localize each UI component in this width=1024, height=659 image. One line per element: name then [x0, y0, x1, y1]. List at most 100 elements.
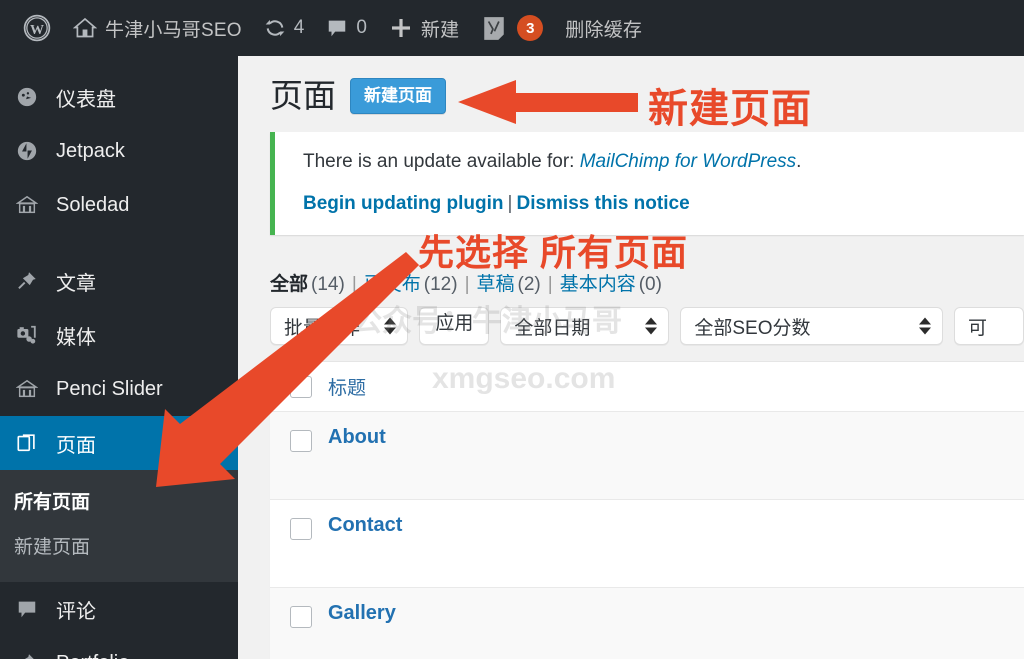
yoast-seo-menu[interactable]: 3 — [470, 0, 554, 56]
home-icon — [73, 16, 97, 40]
filter-count-basic-content: (0) — [638, 274, 662, 296]
comment-icon — [14, 598, 40, 620]
purge-cache-label: 删除缓存 — [565, 19, 643, 41]
table-header-row: 标题 — [270, 362, 1024, 413]
sidebar-top-spacer — [0, 56, 238, 70]
bulk-actions-select[interactable]: 批量操作 — [270, 307, 409, 346]
filter-link-published[interactable]: 已发布 — [364, 269, 421, 296]
page-title: 页面 — [270, 77, 336, 114]
bulk-actions-value: 批量操作 — [284, 317, 361, 339]
notice-text-prefix: There is an update available for: — [303, 151, 580, 173]
column-header-title[interactable]: 标题 — [328, 373, 366, 400]
filter-link-basic-content[interactable]: 基本内容 — [560, 269, 636, 296]
apply-button[interactable]: 应用 — [419, 307, 490, 346]
pin-icon — [14, 270, 40, 292]
row-checkbox[interactable] — [290, 518, 312, 541]
filter-separator: | — [351, 274, 357, 296]
wp-logo-menu[interactable]: W — [12, 0, 62, 56]
sidebar-item-portfolio[interactable]: Portfolio — [0, 636, 238, 659]
screen-root: W 牛津小马哥SEO 4 0 新建 3 删除缓存 仪表盘 Jetpack Sol… — [0, 0, 1024, 659]
seo-filter-value: 全部SEO分数 — [694, 317, 811, 339]
filter-count-published: (12) — [423, 274, 458, 296]
date-filter-value: 全部日期 — [514, 317, 591, 339]
readability-filter-value: 可 — [968, 317, 988, 339]
row-checkbox[interactable] — [290, 606, 312, 629]
readability-filter-select[interactable]: 可 — [954, 307, 1024, 346]
sidebar-item-label: Portfolio — [56, 652, 129, 659]
filter-link-all[interactable]: 全部 — [270, 269, 308, 296]
jetpack-icon — [14, 140, 40, 162]
row-checkbox[interactable] — [290, 430, 312, 453]
sidebar-item-media[interactable]: 媒体 — [0, 308, 238, 362]
comment-bubble-icon — [326, 17, 348, 39]
chevron-updown-icon — [384, 317, 397, 335]
site-name-label: 牛津小马哥SEO — [105, 19, 242, 41]
admin-sidebar: 仪表盘 Jetpack Soledad 文章 媒体 Penci Slider 页… — [0, 56, 238, 659]
new-content-menu[interactable]: 新建 — [378, 0, 470, 56]
chevron-updown-icon — [919, 317, 931, 335]
sidebar-item-dashboard[interactable]: 仪表盘 — [0, 70, 238, 124]
row-title-link[interactable]: Contact — [328, 514, 402, 537]
sidebar-item-label: Penci Slider — [56, 377, 163, 400]
submenu-item-add-new-page[interactable]: 新建页面 — [0, 523, 238, 568]
pages-submenu: 所有页面 新建页面 — [0, 470, 238, 582]
chevron-updown-icon — [645, 317, 658, 335]
page-header: 页面 新建页面 — [238, 56, 1024, 128]
row-title-link[interactable]: Gallery — [328, 602, 396, 625]
select-all-checkbox[interactable] — [290, 375, 312, 398]
pages-icon — [14, 432, 40, 454]
admin-bar: W 牛津小马哥SEO 4 0 新建 3 删除缓存 — [0, 0, 1024, 56]
sidebar-item-pages[interactable]: 页面 — [0, 416, 238, 470]
main-content: 页面 新建页面 There is an update available for… — [238, 56, 1024, 659]
sidebar-item-jetpack[interactable]: Jetpack — [0, 124, 238, 178]
updates-menu[interactable]: 4 — [253, 0, 316, 56]
sidebar-item-soledad[interactable]: Soledad — [0, 178, 238, 232]
dashboard-icon — [14, 86, 40, 108]
comments-menu[interactable]: 0 — [315, 0, 378, 56]
row-title-link[interactable]: About — [328, 426, 386, 449]
notice-actions: Begin updating plugin | Dismiss this notic… — [303, 191, 1012, 218]
sidebar-item-posts[interactable]: 文章 — [0, 254, 238, 308]
sidebar-item-comments[interactable]: 评论 — [0, 582, 238, 636]
table-row[interactable]: Contact — [270, 500, 1024, 589]
begin-updating-plugin-link[interactable]: Begin updating plugin — [303, 193, 504, 214]
comments-count: 0 — [356, 17, 367, 38]
dismiss-notice-link[interactable]: Dismiss this notice — [516, 193, 689, 214]
filter-link-draft[interactable]: 草稿 — [477, 269, 515, 296]
yoast-issue-badge: 3 — [517, 15, 544, 41]
table-row[interactable]: About — [270, 412, 1024, 501]
slider-icon — [14, 378, 40, 400]
add-new-page-button[interactable]: 新建页面 — [350, 78, 446, 115]
filter-separator: | — [547, 274, 553, 296]
seo-score-filter-select[interactable]: 全部SEO分数 — [680, 307, 943, 346]
notice-text-suffix: . — [796, 151, 802, 173]
table-navigation-top: 批量操作 应用 全部日期 全部SEO分数 可 — [270, 307, 1024, 346]
notice-message: There is an update available for: MailCh… — [303, 148, 1012, 177]
sidebar-item-label: Soledad — [56, 193, 130, 216]
sidebar-item-label: 页面 — [56, 434, 96, 457]
sidebar-item-label: 仪表盘 — [56, 88, 116, 111]
sidebar-item-label: 评论 — [56, 600, 96, 623]
filter-count-draft: (2) — [517, 274, 541, 296]
wordpress-logo-icon: W — [23, 14, 51, 42]
date-filter-select[interactable]: 全部日期 — [500, 307, 670, 346]
pin-icon — [14, 652, 40, 659]
pages-table: 标题 About Contact Gallery — [270, 361, 1024, 659]
sidebar-item-label: Jetpack — [56, 139, 125, 162]
media-icon — [14, 324, 40, 346]
sidebar-item-label: 文章 — [56, 272, 96, 295]
table-row[interactable]: Gallery — [270, 588, 1024, 659]
filter-separator: | — [464, 274, 470, 296]
sidebar-item-penci-slider[interactable]: Penci Slider — [0, 362, 238, 416]
submenu-item-all-pages[interactable]: 所有页面 — [0, 478, 238, 523]
status-filter-links: 全部 (14) | 已发布 (12) | 草稿 (2) | 基本内容 (0) — [270, 269, 1024, 296]
svg-text:W: W — [30, 23, 44, 38]
site-name-menu[interactable]: 牛津小马哥SEO — [62, 0, 253, 56]
soledad-icon — [14, 194, 40, 216]
updates-count: 4 — [293, 17, 305, 38]
mailchimp-plugin-link[interactable]: MailChimp for WordPress — [580, 151, 796, 172]
purge-cache-menu[interactable]: 删除缓存 — [554, 0, 653, 56]
new-content-label: 新建 — [420, 19, 460, 41]
plus-icon — [389, 16, 413, 40]
yoast-icon — [481, 15, 507, 41]
